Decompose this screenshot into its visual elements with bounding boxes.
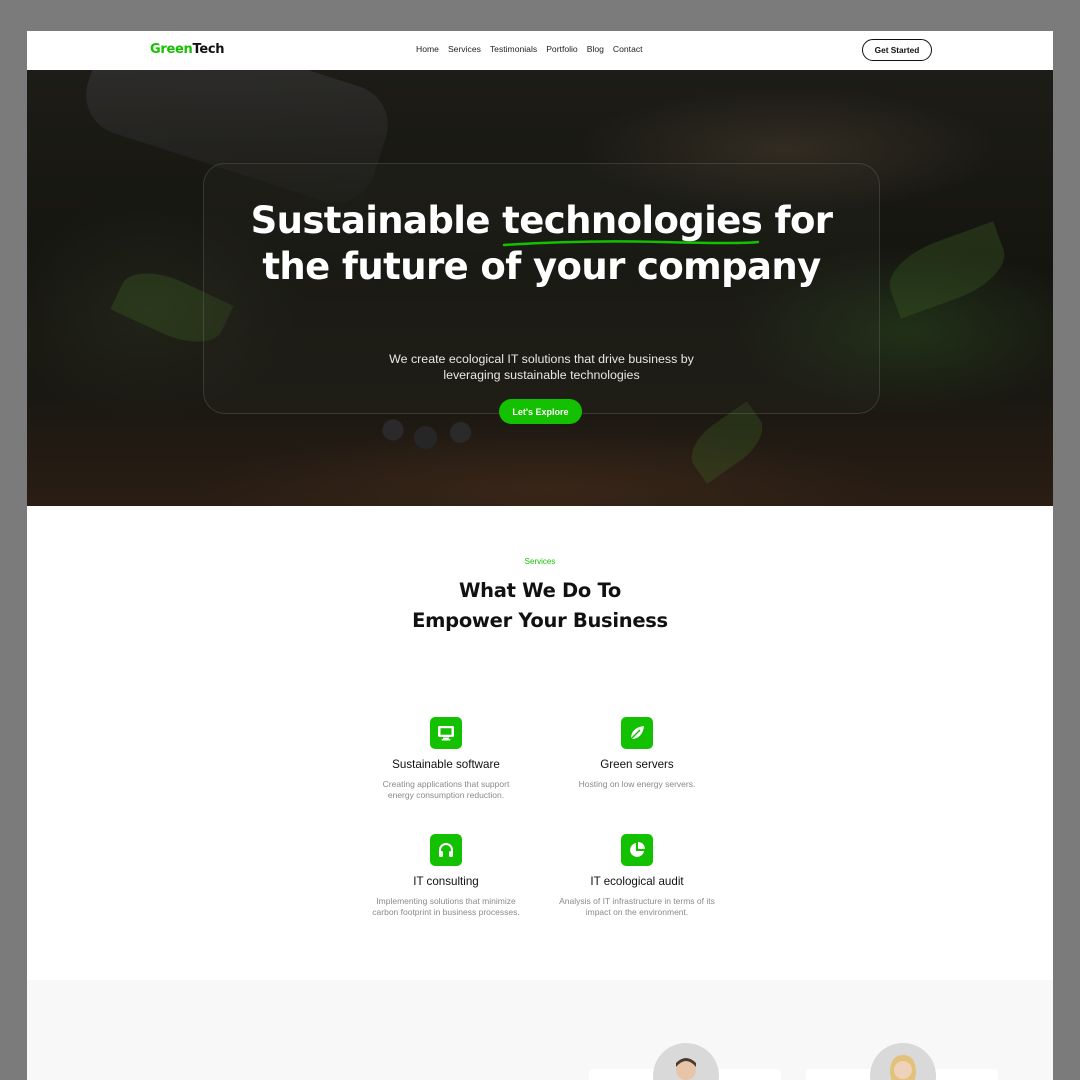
services-eyebrow: Services	[524, 557, 556, 566]
headphones-icon	[430, 834, 462, 866]
hero-title-highlight: technologies	[502, 198, 763, 247]
monitor-icon	[430, 717, 462, 749]
top-navigation: GreenTech Home Services Testimonials Por…	[27, 31, 1053, 70]
nav-item-contact[interactable]: Contact	[613, 44, 643, 54]
logo-dark-part: Tech	[192, 42, 225, 57]
leaf-icon	[621, 717, 653, 749]
services-heading: What We Do To Empower Your Business	[27, 576, 1053, 636]
leaf-image	[880, 221, 1014, 319]
landing-page: GreenTech Home Services Testimonials Por…	[27, 31, 1053, 1080]
logo-green-part: Green	[150, 42, 193, 57]
nav-item-home[interactable]: Home	[416, 44, 439, 54]
hero-title-post: for	[762, 199, 833, 242]
nav-item-services[interactable]: Services	[448, 44, 481, 54]
services-heading-line1: What We Do To	[458, 579, 622, 602]
hero-title-highlight-text: technologies	[502, 199, 763, 242]
service-description: Hosting on low energy servers.	[578, 779, 696, 789]
service-title: Green servers	[600, 758, 674, 771]
service-card-it-ecological-audit[interactable]: IT ecological audit Analysis of IT infra…	[552, 834, 722, 918]
hero-subtitle-line1: We create ecological IT solutions that d…	[389, 352, 694, 366]
service-card-green-servers[interactable]: Green servers Hosting on low energy serv…	[552, 717, 722, 790]
service-title: IT ecological audit	[590, 875, 684, 888]
robot-fingers-image	[367, 410, 497, 460]
hero-title-pre: Sustainable	[250, 199, 503, 242]
nav-item-portfolio[interactable]: Portfolio	[546, 44, 578, 54]
service-description: Implementing solutions that minimize car…	[372, 896, 520, 917]
hero-title-line2: the future of your company	[262, 245, 821, 288]
hero-heading: Sustainable technologies for the future …	[203, 198, 880, 290]
hero-subtitle: We create ecological IT solutions that d…	[353, 351, 730, 383]
nav-item-blog[interactable]: Blog	[587, 44, 604, 54]
logo[interactable]: GreenTech	[150, 42, 225, 57]
services-heading-line2: Empower Your Business	[412, 609, 668, 632]
avatar	[653, 1043, 719, 1080]
nav-menu: Home Services Testimonials Portfolio Blo…	[416, 44, 652, 54]
lets-explore-button[interactable]: Let's Explore	[499, 399, 582, 424]
nav-item-testimonials[interactable]: Testimonials	[490, 44, 537, 54]
get-started-button[interactable]: Get Started	[862, 39, 932, 61]
avatar	[870, 1043, 936, 1080]
hero-subtitle-line2: leveraging sustainable technologies	[443, 368, 640, 382]
service-description: Creating applications that support energ…	[382, 779, 510, 800]
underline-stroke-icon	[502, 240, 760, 247]
pie-chart-icon	[621, 834, 653, 866]
service-card-it-consulting[interactable]: IT consulting Implementing solutions tha…	[361, 834, 531, 918]
hero-section: Sustainable technologies for the future …	[27, 70, 1053, 506]
service-card-sustainable-software[interactable]: Sustainable software Creating applicatio…	[361, 717, 531, 801]
testimonials-section	[27, 980, 1053, 1080]
service-description: Analysis of IT infrastructure in terms o…	[559, 896, 715, 917]
service-title: Sustainable software	[392, 758, 500, 771]
service-title: IT consulting	[413, 875, 479, 888]
